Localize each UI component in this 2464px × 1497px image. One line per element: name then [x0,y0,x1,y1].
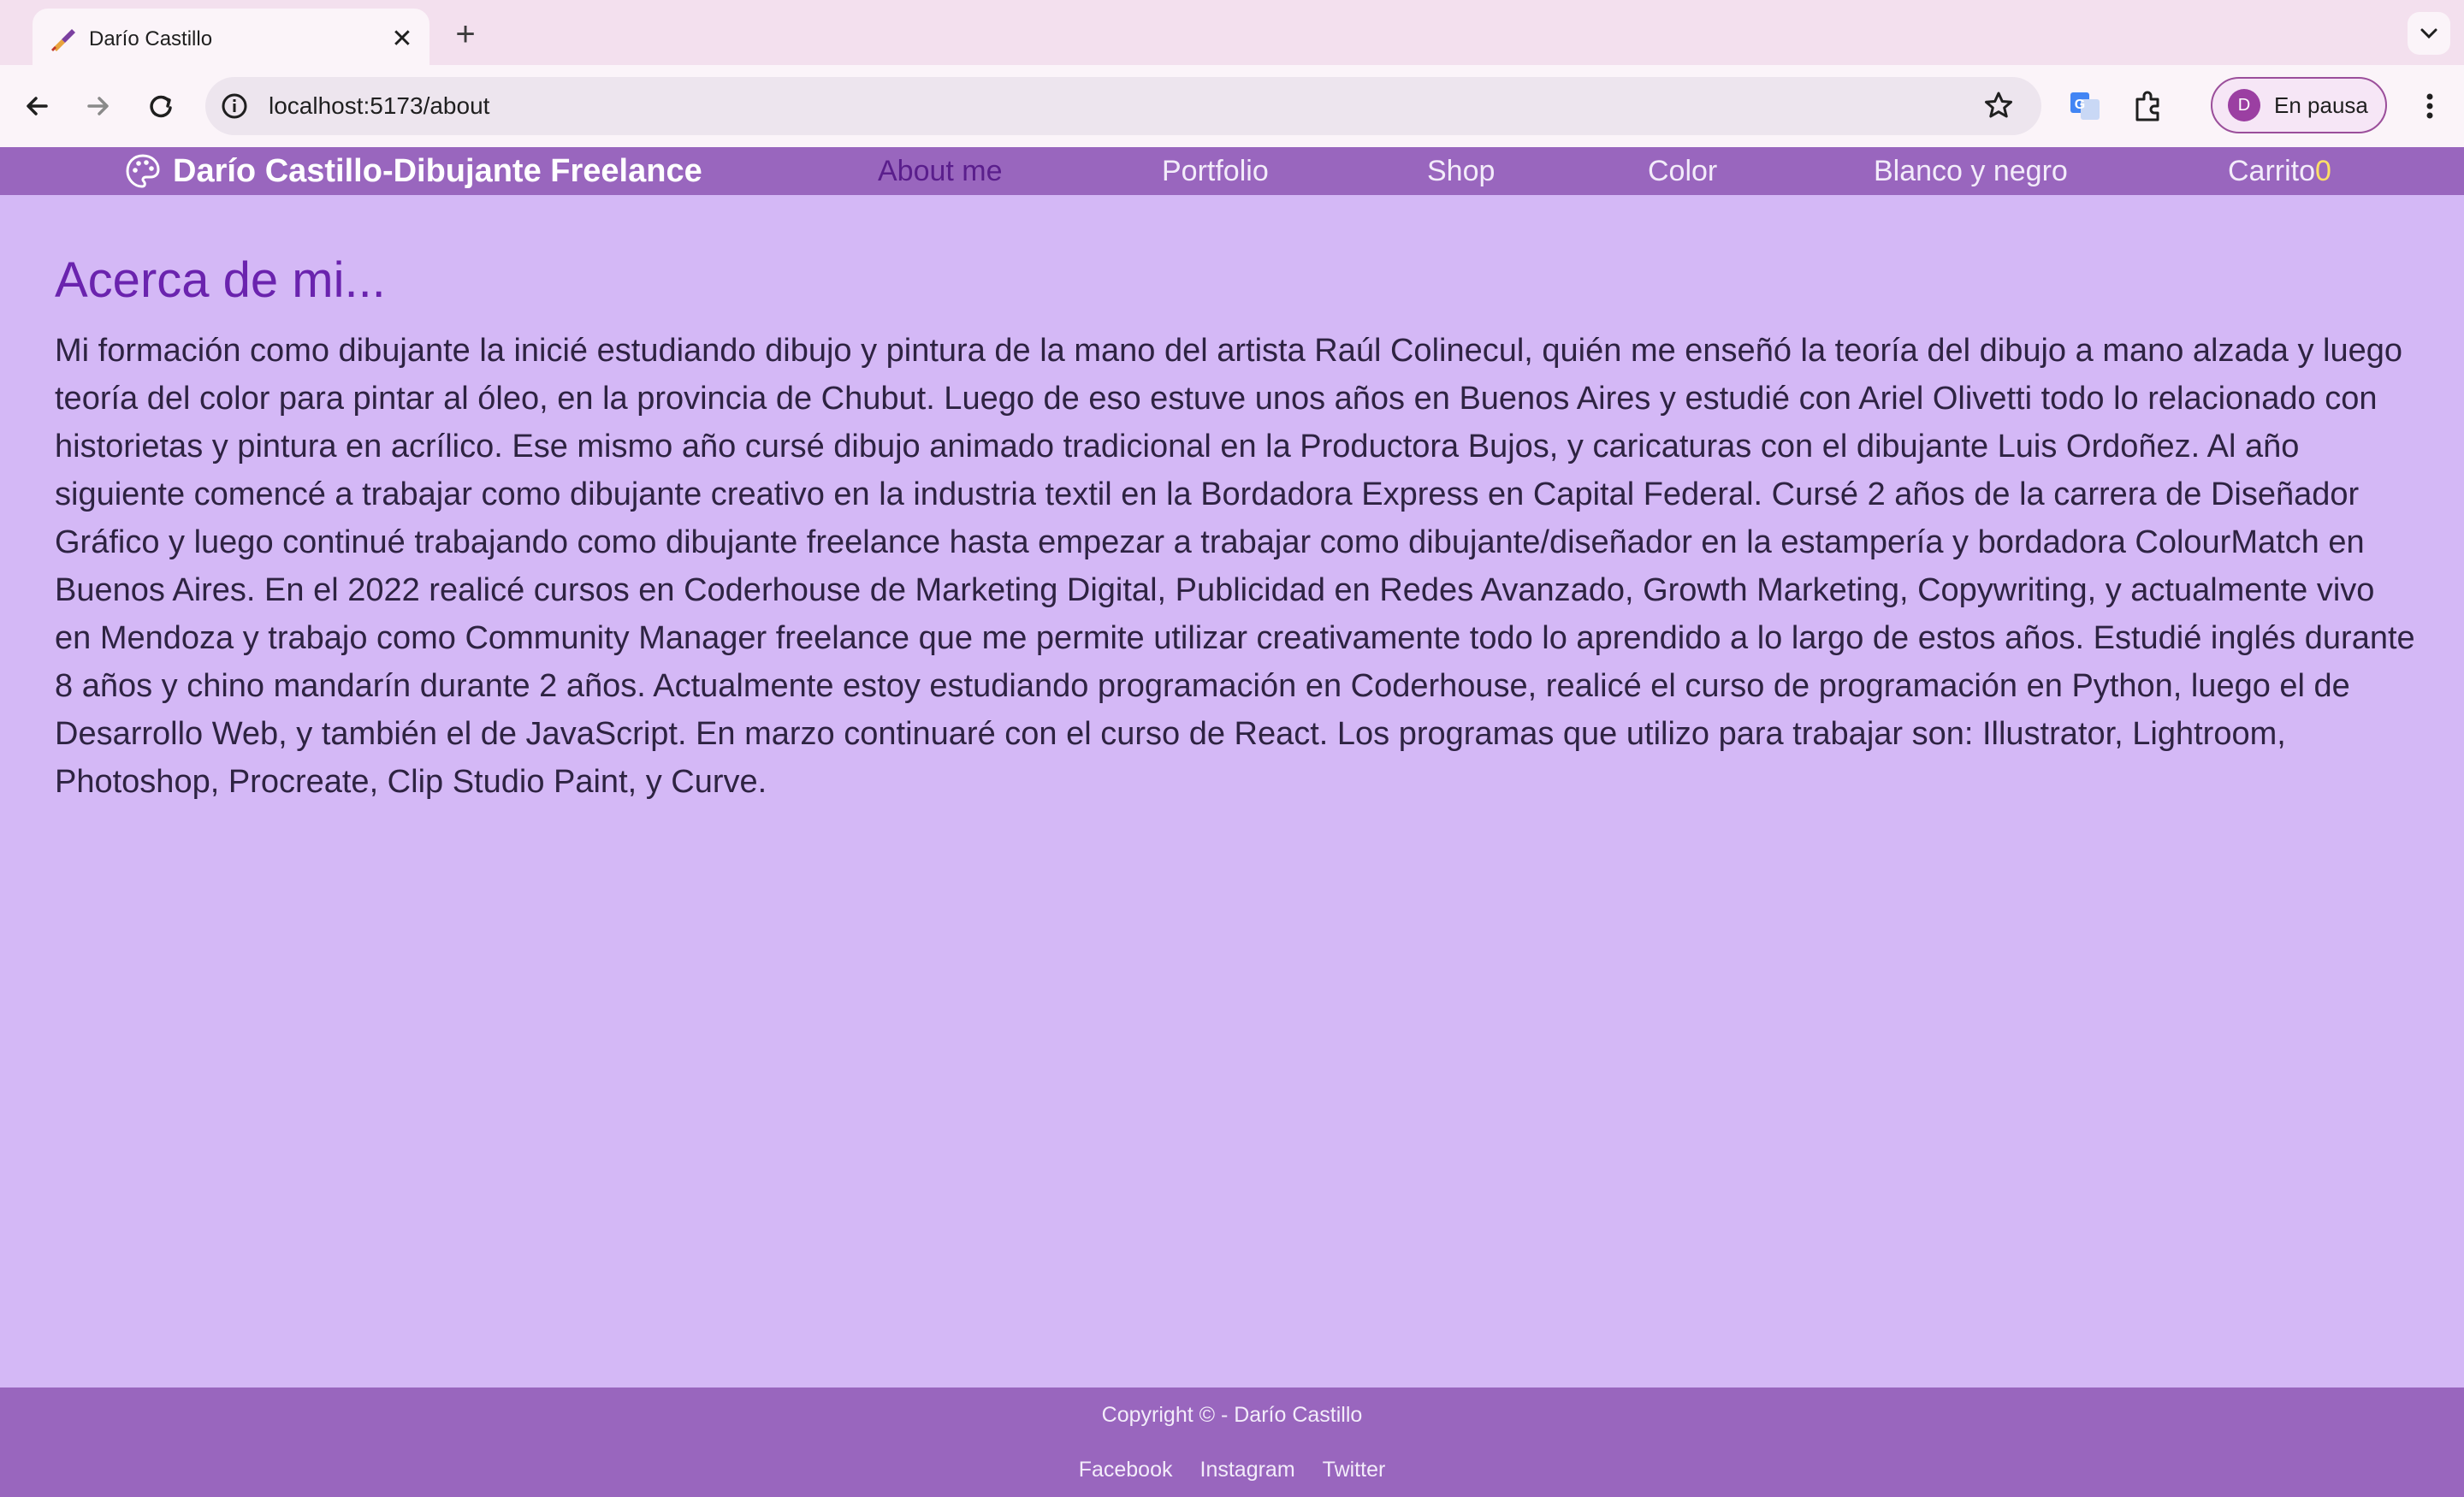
cart-label: Carrito [2228,155,2316,187]
copyright-text: Copyright © - Darío Castillo [1101,1403,1363,1427]
about-section: Acerca de mi... Mi formación como dibuja… [55,195,2416,806]
url-text: localhost:5173/about [269,92,490,119]
extensions-puzzle-icon[interactable] [2125,84,2170,128]
profile-button[interactable]: D En pausa [2211,77,2387,133]
site-info-icon[interactable] [217,89,252,123]
footer-link-facebook[interactable]: Facebook [1079,1456,1173,1483]
nav-link-shop[interactable]: Shop [1427,154,1495,188]
profile-status-label: En pausa [2274,92,2368,118]
google-translate-icon[interactable]: G [2062,84,2106,128]
footer-link-instagram[interactable]: Instagram [1200,1456,1295,1483]
reload-icon[interactable] [139,84,183,128]
nav-link-color[interactable]: Color [1648,154,1717,188]
bookmark-star-icon[interactable] [1981,89,2016,123]
browser-tab[interactable]: Darío Castillo ✕ [33,9,429,65]
chevron-down-icon [2420,28,2437,39]
address-bar[interactable]: localhost:5173/about [205,77,2041,135]
site-navbar: Darío Castillo-Dibujante Freelance About… [0,147,2464,195]
nav-link-portfolio[interactable]: Portfolio [1162,154,1269,188]
social-links: Facebook Instagram Twitter [0,1456,2464,1483]
avatar: D [2228,89,2260,121]
close-tab-icon[interactable]: ✕ [387,24,418,55]
cart-count-badge: 0 [2315,155,2331,187]
svg-text:G: G [2075,98,2085,112]
tab-search-button[interactable] [2408,12,2450,55]
back-icon[interactable] [15,84,60,128]
nav-link-about[interactable]: About me [878,154,1003,188]
browser-toolbar: localhost:5173/about G D En pausa [0,65,2464,147]
new-tab-icon[interactable]: + [445,15,486,56]
forward-icon[interactable] [75,84,120,128]
footer-link-twitter[interactable]: Twitter [1323,1456,1386,1483]
about-paragraph: Mi formación como dibujante la inicié es… [55,333,2415,800]
browser-tabstrip: Darío Castillo ✕ + [0,0,2464,65]
tab-title: Darío Castillo [89,27,213,50]
page-title: Acerca de mi... [55,252,386,308]
nav-link-blanco-y-negro[interactable]: Blanco y negro [1874,154,2068,188]
more-menu-icon[interactable] [2408,84,2452,128]
nav-link-cart[interactable]: Carrito0 [2228,154,2331,188]
site-footer: Copyright © - Darío Castillo Facebook In… [0,1388,2464,1497]
palette-icon [126,154,160,188]
brand-title: Darío Castillo-Dibujante Freelance [173,152,702,189]
brand-link[interactable]: Darío Castillo-Dibujante Freelance [125,152,702,190]
paintbrush-favicon-icon [51,29,75,51]
